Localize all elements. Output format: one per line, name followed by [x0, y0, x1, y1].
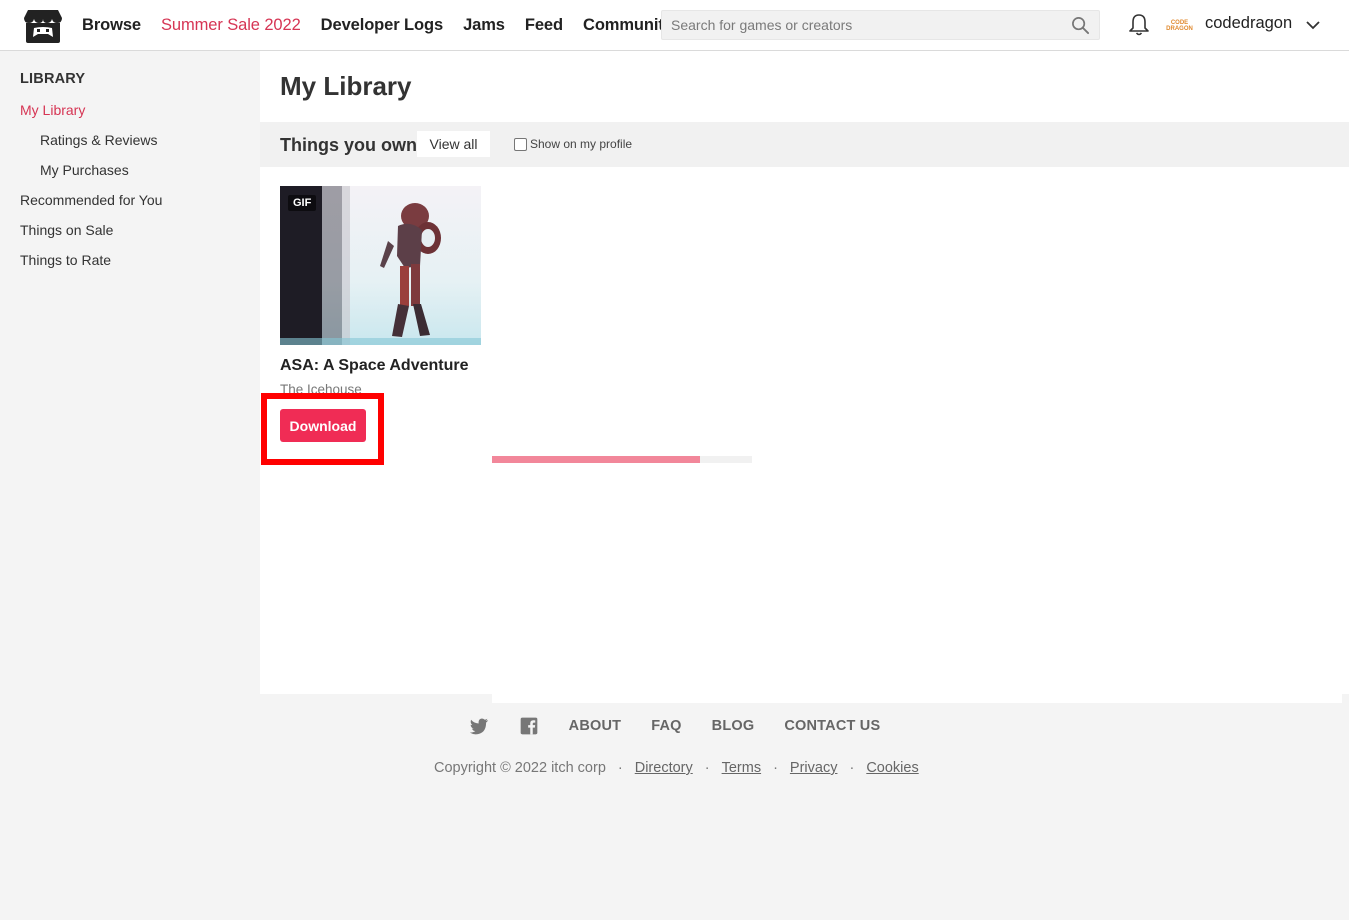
footer-divider-strip: [492, 694, 1342, 703]
username[interactable]: codedragon: [1205, 14, 1292, 33]
separator: ·: [704, 760, 710, 776]
nav-developer-logs[interactable]: Developer Logs: [321, 16, 443, 35]
download-progress-fill: [492, 456, 700, 463]
sidebar-item-recommended[interactable]: Recommended for You: [20, 192, 162, 208]
facebook-icon[interactable]: [519, 716, 539, 736]
footer-copyright-row: Copyright © 2022 itch corp · Directory ·…: [434, 760, 919, 776]
nav-jams[interactable]: Jams: [463, 16, 505, 35]
show-on-profile-label: Show on my profile: [530, 137, 633, 151]
copyright-text: Copyright © 2022 itch corp: [434, 760, 606, 776]
sidebar-item-things-to-rate[interactable]: Things to Rate: [20, 252, 111, 268]
search-input[interactable]: [671, 17, 1061, 33]
game-thumbnail[interactable]: GIF: [280, 186, 481, 345]
section-title: Things you own: [280, 135, 417, 155]
avatar[interactable]: CODE DRAGON: [1166, 12, 1193, 39]
top-header: Browse Summer Sale 2022 Developer Logs J…: [0, 0, 1349, 51]
search-box: [661, 10, 1100, 40]
search-icon[interactable]: [1071, 16, 1090, 35]
show-on-profile-toggle[interactable]: Show on my profile: [514, 137, 632, 151]
itch-logo-icon[interactable]: [23, 7, 63, 44]
avatar-text-bottom: DRAGON: [1166, 25, 1193, 32]
footer-blog-link[interactable]: BLOG: [712, 718, 755, 734]
gif-badge: GIF: [288, 195, 317, 211]
view-all-button[interactable]: View all: [417, 131, 490, 157]
footer-directory-link[interactable]: Directory: [635, 760, 693, 776]
show-on-profile-checkbox[interactable]: [514, 137, 527, 151]
notification-bell-icon[interactable]: [1128, 13, 1150, 37]
footer-terms-link[interactable]: Terms: [722, 760, 761, 776]
sidebar-item-things-on-sale[interactable]: Things on Sale: [20, 222, 113, 238]
nav-community[interactable]: Community: [583, 16, 673, 35]
page-title: My Library: [280, 71, 412, 101]
nav-feed[interactable]: Feed: [525, 16, 563, 35]
game-title[interactable]: ASA: A Space Adventure: [280, 357, 468, 375]
sidebar-item-my-purchases[interactable]: My Purchases: [40, 162, 129, 178]
main-content: My Library Things you own View all Show …: [260, 51, 1349, 694]
sidebar-item-ratings-reviews[interactable]: Ratings & Reviews: [40, 132, 158, 148]
footer-links: ABOUT FAQ BLOG CONTACT US: [0, 716, 1349, 736]
separator: ·: [849, 760, 855, 776]
nav-summer-sale[interactable]: Summer Sale 2022: [161, 16, 301, 35]
separator: ·: [773, 760, 778, 776]
separator: ·: [617, 760, 623, 776]
footer-contact-link[interactable]: CONTACT US: [784, 718, 880, 734]
footer-faq-link[interactable]: FAQ: [651, 718, 681, 734]
sidebar-item-my-library[interactable]: My Library: [20, 102, 85, 118]
chevron-down-icon[interactable]: [1305, 17, 1321, 33]
download-progress-bar: [492, 456, 752, 463]
nav-browse[interactable]: Browse: [82, 16, 141, 35]
footer-privacy-link[interactable]: Privacy: [790, 760, 838, 776]
things-you-own-bar: Things you own View all Show on my profi…: [260, 122, 1349, 167]
twitter-icon[interactable]: [469, 716, 489, 736]
footer-about-link[interactable]: ABOUT: [569, 718, 622, 734]
download-highlight-box: [261, 393, 384, 465]
sidebar-heading: LIBRARY: [20, 71, 86, 87]
footer-cookies-link[interactable]: Cookies: [866, 760, 918, 776]
main-nav: Browse Summer Sale 2022 Developer Logs J…: [82, 0, 693, 50]
